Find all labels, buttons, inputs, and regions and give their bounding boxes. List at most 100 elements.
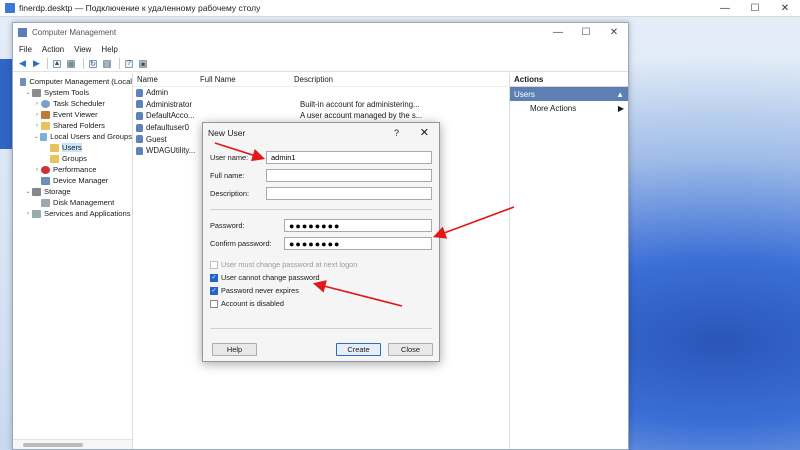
confirm-password-field[interactable] — [284, 237, 432, 250]
close-button[interactable]: Close — [388, 343, 433, 356]
user-icon — [136, 135, 143, 144]
checkmark-icon: ✓ — [210, 273, 218, 282]
rdp-title-bar: finerdp.desktp — Подключение к удаленном… — [0, 0, 800, 17]
new-user-dialog: New User ? ✕ User name: Full name: Descr… — [202, 122, 440, 362]
user-icon — [136, 100, 143, 109]
create-button[interactable]: Create — [336, 343, 381, 356]
tree-node[interactable]: Disk Management — [13, 197, 132, 208]
export-list-icon[interactable]: ▤ — [103, 59, 111, 68]
password-never-expires-checkbox[interactable]: ✓ Password never expires — [210, 286, 299, 295]
actions-pane: Actions Users ▲ More Actions ▶ — [510, 73, 628, 449]
tree-node[interactable]: Computer Management (Local — [13, 76, 132, 87]
menu-help[interactable]: Help — [101, 45, 117, 54]
menu-file[interactable]: File — [19, 45, 32, 54]
cm-close-button[interactable]: ✕ — [600, 23, 628, 42]
table-row[interactable]: Administrator Built-in account for admini… — [133, 99, 509, 111]
up-folder-icon[interactable]: ▲ — [53, 59, 61, 68]
show-hide-tree-icon[interactable]: ▦ — [67, 59, 75, 68]
dialog-title-bar: New User ? ✕ — [203, 123, 439, 143]
table-row[interactable]: Admin — [133, 87, 509, 99]
column-name[interactable]: Name — [133, 75, 196, 84]
user-name-cell: Admin — [146, 88, 169, 98]
folder-icon — [50, 154, 59, 163]
tree-node[interactable]: ⌄ System Tools — [13, 87, 132, 98]
toolbar: ◀ ▶ ▲ ▦ ↻ ▤ ? ▣ — [13, 56, 628, 72]
expand-chevron-icon[interactable]: › — [33, 101, 41, 107]
event-viewer-icon — [41, 110, 50, 119]
user-description-cell: A user account managed by the s... — [300, 111, 423, 121]
performance-icon — [41, 165, 50, 174]
column-description[interactable]: Description — [290, 75, 333, 84]
expand-chevron-icon[interactable]: › — [24, 211, 32, 217]
menu-action[interactable]: Action — [42, 45, 64, 54]
tree-node-label: Event Viewer — [53, 110, 98, 119]
rdp-window-title: finerdp.desktp — Подключение к удаленном… — [19, 3, 261, 13]
expand-chevron-icon[interactable]: ⌄ — [33, 133, 40, 140]
user-icon — [136, 123, 143, 132]
folder-icon — [41, 121, 50, 130]
tree-node[interactable]: › Task Scheduler — [13, 98, 132, 109]
password-label: Password: — [210, 221, 245, 230]
users-icon — [39, 132, 48, 141]
cm-minimize-button[interactable]: — — [544, 23, 572, 42]
expand-chevron-icon[interactable]: › — [33, 112, 41, 118]
computer-icon — [20, 77, 27, 86]
tree-node-label: Performance — [53, 165, 97, 174]
collapse-arrow-icon: ▲ — [616, 89, 624, 99]
user-name-cell: Guest — [146, 134, 167, 144]
back-arrow-icon[interactable]: ◀ — [17, 58, 28, 69]
close-button[interactable]: ✕ — [770, 0, 800, 16]
tree-horizontal-scrollbar[interactable] — [13, 439, 132, 449]
dialog-help-icon[interactable]: ? — [394, 123, 399, 143]
rdp-app-icon — [5, 3, 15, 13]
cannot-change-password-checkbox[interactable]: ✓ User cannot change password — [210, 273, 320, 282]
actions-header: Actions — [510, 73, 628, 87]
user-icon — [136, 111, 143, 120]
table-row[interactable]: DefaultAcco... A user account managed by … — [133, 110, 509, 122]
help-icon[interactable]: ? — [125, 59, 133, 68]
column-full-name[interactable]: Full Name — [196, 75, 290, 84]
fullname-field[interactable] — [266, 169, 432, 182]
tree-node-label: Users — [62, 143, 82, 152]
dialog-close-icon[interactable]: ✕ — [420, 123, 429, 143]
tools-icon — [32, 88, 41, 97]
services-icon — [32, 209, 41, 218]
cm-maximize-button[interactable]: ☐ — [572, 23, 600, 42]
minimize-button[interactable]: — — [710, 0, 740, 16]
menu-view[interactable]: View — [74, 45, 91, 54]
tree-node[interactable]: › Event Viewer — [13, 109, 132, 120]
tree-node[interactable]: ⌄ Storage — [13, 186, 132, 197]
expand-chevron-icon[interactable]: › — [33, 123, 41, 129]
tree-node[interactable]: Groups — [13, 153, 132, 164]
tree-node[interactable]: › Shared Folders — [13, 120, 132, 131]
more-actions[interactable]: More Actions ▶ — [510, 101, 628, 115]
tree-node[interactable]: Users — [13, 142, 132, 153]
refresh-icon[interactable]: ↻ — [89, 59, 97, 68]
user-icon — [136, 146, 143, 155]
tree-node-label: Shared Folders — [53, 121, 105, 130]
expand-chevron-icon[interactable]: › — [33, 167, 41, 173]
confirm-password-label: Confirm password: — [210, 239, 272, 248]
username-field[interactable] — [266, 151, 432, 164]
user-name-cell: WDAGUtility... — [146, 146, 196, 156]
tree-node-label: System Tools — [44, 88, 90, 97]
maximize-button[interactable]: ☐ — [740, 0, 770, 16]
description-field[interactable] — [266, 187, 432, 200]
forward-arrow-icon[interactable]: ▶ — [31, 58, 42, 69]
properties-icon[interactable]: ▣ — [139, 59, 147, 68]
must-change-password-checkbox[interactable]: User must change password at next logon — [210, 260, 357, 269]
user-icon — [136, 88, 143, 97]
background-window-edge — [0, 59, 12, 149]
console-tree: Computer Management (Local ⌄ System Tools ›… — [13, 73, 133, 449]
password-field[interactable] — [284, 219, 432, 232]
tree-node[interactable]: Device Manager — [13, 175, 132, 186]
tree-node[interactable]: › Performance — [13, 164, 132, 175]
actions-section-users[interactable]: Users ▲ — [510, 87, 628, 101]
account-disabled-checkbox[interactable]: Account is disabled — [210, 299, 284, 308]
help-button[interactable]: Help — [212, 343, 257, 356]
tree-node[interactable]: ⌄ Local Users and Groups — [13, 131, 132, 142]
expand-chevron-icon[interactable]: ⌄ — [24, 89, 32, 96]
expand-chevron-icon[interactable]: ⌄ — [24, 188, 32, 195]
tree-node[interactable]: › Services and Applications — [13, 208, 132, 219]
cm-title-bar: Computer Management — ☐ ✕ — [13, 23, 628, 42]
